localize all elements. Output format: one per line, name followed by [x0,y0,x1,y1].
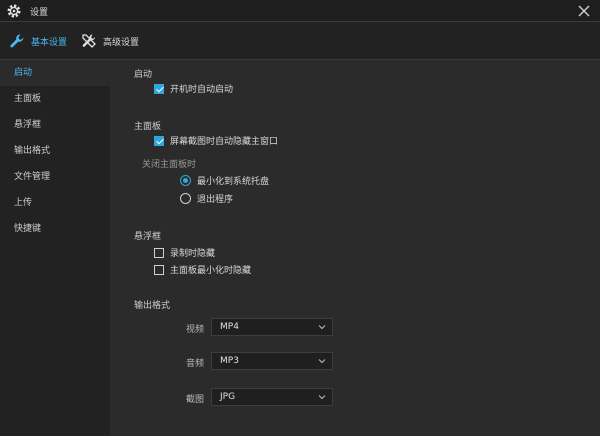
audio-label: 音频 [186,359,205,369]
radio-dot[interactable] [180,175,191,186]
checkbox-box[interactable] [154,83,164,94]
gear-icon [7,4,21,18]
checkbox-box[interactable] [154,247,164,258]
wrench-icon [10,34,24,48]
tab-advanced-settings[interactable]: 高级设置 [80,30,139,52]
section-title-startup: 启动 [134,70,153,80]
section-title-output: 输出格式 [134,301,171,311]
sidebar-item-startup[interactable]: 启动 [0,60,110,86]
top-tab-bar: 基本设置 高级设置 [0,22,600,60]
sidebar-item-output-format[interactable]: 输出格式 [0,138,110,164]
radio-exit-program[interactable]: 退出程序 [180,192,233,205]
sidebar-item-main-panel[interactable]: 主面板 [0,86,110,112]
select-value: MP3 [220,356,239,366]
video-format-select[interactable]: MP4 [211,318,333,336]
checkbox-label: 屏幕截图时自动隐藏主窗口 [170,137,279,147]
screenshot-format-select[interactable]: JPG [211,388,333,406]
hide-recording-checkbox[interactable]: 录制时隐藏 [154,246,215,259]
hide-minimized-checkbox[interactable]: 主面板最小化时隐藏 [154,263,251,276]
window-title: 设置 [30,8,49,18]
title-bar: 设置 [0,0,600,22]
settings-content: 启动 开机时自动启动 主面板 屏幕截图时自动隐藏主窗口 关闭主面板时 最小化到系… [110,60,600,436]
tab-label: 基本设置 [31,37,68,48]
radio-label: 退出程序 [197,195,234,205]
close-panel-subtitle: 关闭主面板时 [142,160,197,170]
checkbox-label: 录制时隐藏 [170,249,216,259]
sidebar-item-file-management[interactable]: 文件管理 [0,164,110,190]
chevron-down-icon [318,359,326,364]
sidebar-item-upload[interactable]: 上传 [0,190,110,216]
radio-minimize-to-tray[interactable]: 最小化到系统托盘 [180,174,269,187]
section-title-main-panel: 主面板 [134,122,162,132]
checkbox-box[interactable] [154,264,164,275]
checkbox-box[interactable] [154,135,164,146]
close-icon[interactable] [576,3,592,19]
tab-label: 高级设置 [103,37,140,48]
screenshot-label: 截图 [186,395,205,405]
select-value: JPG [220,392,236,402]
checkbox-label: 主面板最小化时隐藏 [170,266,252,276]
sidebar: 启动 主面板 悬浮框 输出格式 文件管理 上传 快捷键 [0,60,110,436]
sidebar-item-float[interactable]: 悬浮框 [0,112,110,138]
tab-basic-settings[interactable]: 基本设置 [8,30,67,52]
tools-icon [82,34,96,48]
chevron-down-icon [318,325,326,330]
select-value: MP4 [220,322,239,332]
chevron-down-icon [318,395,326,400]
radio-dot[interactable] [180,193,191,204]
video-label: 视频 [186,325,205,335]
hide-on-capture-checkbox[interactable]: 屏幕截图时自动隐藏主窗口 [154,134,278,147]
sidebar-item-hotkeys[interactable]: 快捷键 [0,216,110,242]
auto-start-checkbox[interactable]: 开机时自动启动 [154,82,233,95]
audio-format-select[interactable]: MP3 [211,352,333,370]
section-title-float: 悬浮框 [134,232,162,242]
radio-label: 最小化到系统托盘 [197,177,270,187]
checkbox-label: 开机时自动启动 [170,85,234,95]
